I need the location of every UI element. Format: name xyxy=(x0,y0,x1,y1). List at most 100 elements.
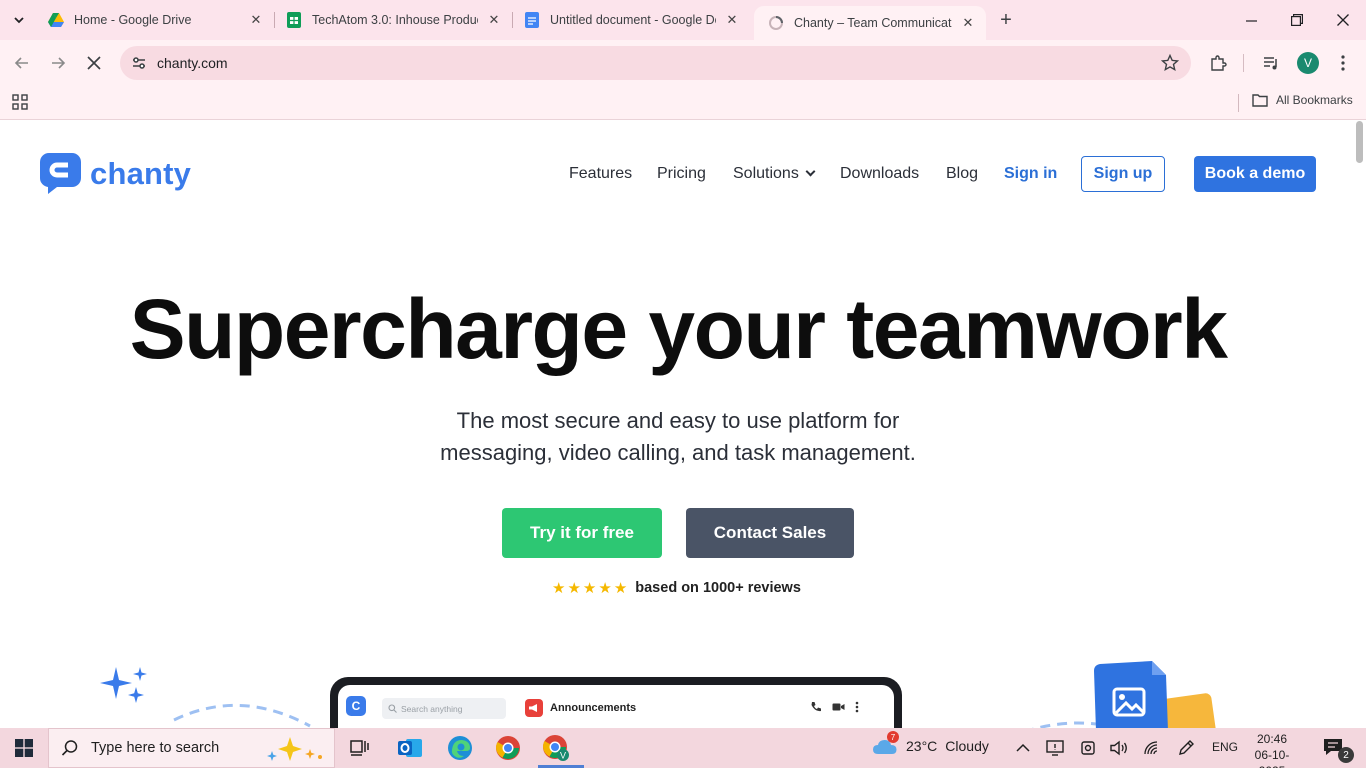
taskbar-search-box[interactable]: Type here to search xyxy=(48,728,335,768)
tab-google-docs[interactable]: Untitled document - Google Docs ✕ xyxy=(510,0,750,40)
weather-condition: Cloudy xyxy=(945,738,989,754)
tab-chanty-active[interactable]: Chanty – Team Communication ✕ xyxy=(754,6,986,40)
taskbar-outlook[interactable] xyxy=(390,732,430,764)
svg-text:V: V xyxy=(560,751,566,761)
chrome-profile-icon: V xyxy=(543,735,569,761)
taskbar-chrome[interactable] xyxy=(488,732,528,764)
book-demo-button[interactable]: Book a demo xyxy=(1194,156,1316,192)
loading-spinner-icon xyxy=(768,15,784,31)
star-icon: ★ xyxy=(598,580,612,597)
task-view-button[interactable] xyxy=(340,732,380,764)
chanty-logo-icon xyxy=(40,153,81,194)
app-preview-logo: C xyxy=(346,696,366,716)
bookmarks-bar: All Bookmarks xyxy=(0,86,1366,120)
tray-meet-button[interactable] xyxy=(1078,738,1098,758)
nav-pricing[interactable]: Pricing xyxy=(657,165,706,183)
logo-text: chanty xyxy=(90,155,192,191)
nav-solutions[interactable]: Solutions xyxy=(733,165,816,183)
nav-downloads[interactable]: Downloads xyxy=(840,165,919,183)
decorative-dashed-curve xyxy=(173,703,311,728)
windows-logo-icon xyxy=(15,739,33,757)
stop-x-icon xyxy=(87,56,101,70)
system-clock[interactable]: 20:46 06-10-2025 xyxy=(1246,731,1298,768)
close-window-button[interactable] xyxy=(1320,0,1366,40)
arrow-left-icon xyxy=(14,57,28,69)
taskbar-edge[interactable] xyxy=(440,732,480,764)
taskbar-search-placeholder: Type here to search xyxy=(91,740,220,756)
hero-subtitle: The most secure and easy to use platform… xyxy=(0,405,1356,469)
tab-google-drive[interactable]: Home - Google Drive ✕ xyxy=(34,0,274,40)
chrome-icon xyxy=(496,736,520,760)
cloud-weather-icon: 7 xyxy=(872,731,899,756)
media-queue-icon xyxy=(1264,57,1277,70)
new-tab-button[interactable]: + xyxy=(994,8,1018,32)
megaphone-icon xyxy=(525,699,543,717)
taskbar-chrome-profile-active[interactable]: V xyxy=(536,732,584,768)
search-icon xyxy=(388,704,397,713)
address-bar[interactable]: chanty.com xyxy=(120,46,1191,80)
volume-button[interactable] xyxy=(1109,738,1129,758)
chrome-menu-button[interactable] xyxy=(1332,52,1354,74)
all-bookmarks-button[interactable]: All Bookmarks xyxy=(1252,93,1353,107)
tray-app-button[interactable] xyxy=(1045,738,1065,758)
reviews-rating: ★ ★ ★ ★ ★ based on 1000+ reviews xyxy=(552,579,801,597)
notification-center-button[interactable]: 2 xyxy=(1322,737,1354,763)
star-rating: ★ ★ ★ ★ ★ xyxy=(552,579,629,597)
decorative-dashed-curve xyxy=(1031,721,1097,728)
extensions-button[interactable] xyxy=(1207,52,1229,74)
star-icon: ★ xyxy=(582,580,597,597)
minimize-button[interactable] xyxy=(1228,0,1274,40)
profile-avatar[interactable]: V xyxy=(1297,52,1319,74)
close-icon[interactable]: ✕ xyxy=(960,15,976,31)
input-language[interactable]: ENG xyxy=(1212,740,1238,754)
show-hidden-icons-button[interactable] xyxy=(1013,738,1033,758)
start-button[interactable] xyxy=(0,728,48,768)
weather-widget[interactable]: 7 23°C Cloudy xyxy=(872,731,989,756)
close-icon[interactable]: ✕ xyxy=(724,12,740,28)
outlook-icon xyxy=(398,739,422,757)
hero-subtitle-line: messaging, video calling, and task manag… xyxy=(440,440,916,465)
google-sheets-icon xyxy=(286,12,302,28)
all-bookmarks-label: All Bookmarks xyxy=(1276,93,1353,107)
edge-icon xyxy=(448,736,472,760)
network-button[interactable] xyxy=(1142,738,1162,758)
site-settings-icon[interactable] xyxy=(122,46,156,80)
contact-sales-button[interactable]: Contact Sales xyxy=(686,508,854,558)
star-icon: ★ xyxy=(552,580,566,597)
media-controls-button[interactable] xyxy=(1260,52,1282,74)
back-button[interactable] xyxy=(8,49,36,77)
browser-toolbar: chanty.com xyxy=(0,40,1366,86)
weather-temperature: 23°C xyxy=(906,738,938,754)
weather-alert-badge: 7 xyxy=(887,731,899,743)
apps-grid-icon[interactable] xyxy=(12,94,28,110)
video-camera-icon xyxy=(832,703,845,711)
google-drive-icon xyxy=(48,12,64,28)
minimize-icon xyxy=(1245,19,1257,22)
nav-solutions-label: Solutions xyxy=(733,165,799,182)
more-vertical-icon xyxy=(855,701,859,713)
close-icon[interactable]: ✕ xyxy=(248,12,264,28)
stop-loading-button[interactable] xyxy=(80,49,108,77)
image-file-icon xyxy=(1094,661,1216,728)
page-scrollbar[interactable] xyxy=(1352,121,1366,728)
nav-features[interactable]: Features xyxy=(569,165,632,183)
restore-button[interactable] xyxy=(1274,0,1320,40)
sparkle-icon xyxy=(100,667,147,703)
toolbar-divider xyxy=(1243,54,1244,72)
forward-button[interactable] xyxy=(44,49,72,77)
scrollbar-thumb[interactable] xyxy=(1356,121,1363,163)
bookmark-star-icon[interactable] xyxy=(1161,54,1179,72)
try-free-button[interactable]: Try it for free xyxy=(502,508,662,558)
reviews-text: based on 1000+ reviews xyxy=(635,580,801,596)
nav-blog[interactable]: Blog xyxy=(946,165,978,183)
pen-menu-button[interactable] xyxy=(1176,738,1196,758)
bookmarks-divider xyxy=(1238,94,1239,112)
sign-up-button[interactable]: Sign up xyxy=(1081,156,1165,192)
close-icon[interactable]: ✕ xyxy=(486,12,502,28)
tab-search-button[interactable] xyxy=(5,6,33,34)
chanty-logo[interactable]: chanty xyxy=(40,153,191,194)
plus-icon: + xyxy=(1000,8,1012,31)
nav-sign-in[interactable]: Sign in xyxy=(1004,165,1057,183)
pen-icon xyxy=(1179,740,1194,755)
tab-techatom-sheet[interactable]: TechAtom 3.0: Inhouse Product ✕ xyxy=(272,0,512,40)
